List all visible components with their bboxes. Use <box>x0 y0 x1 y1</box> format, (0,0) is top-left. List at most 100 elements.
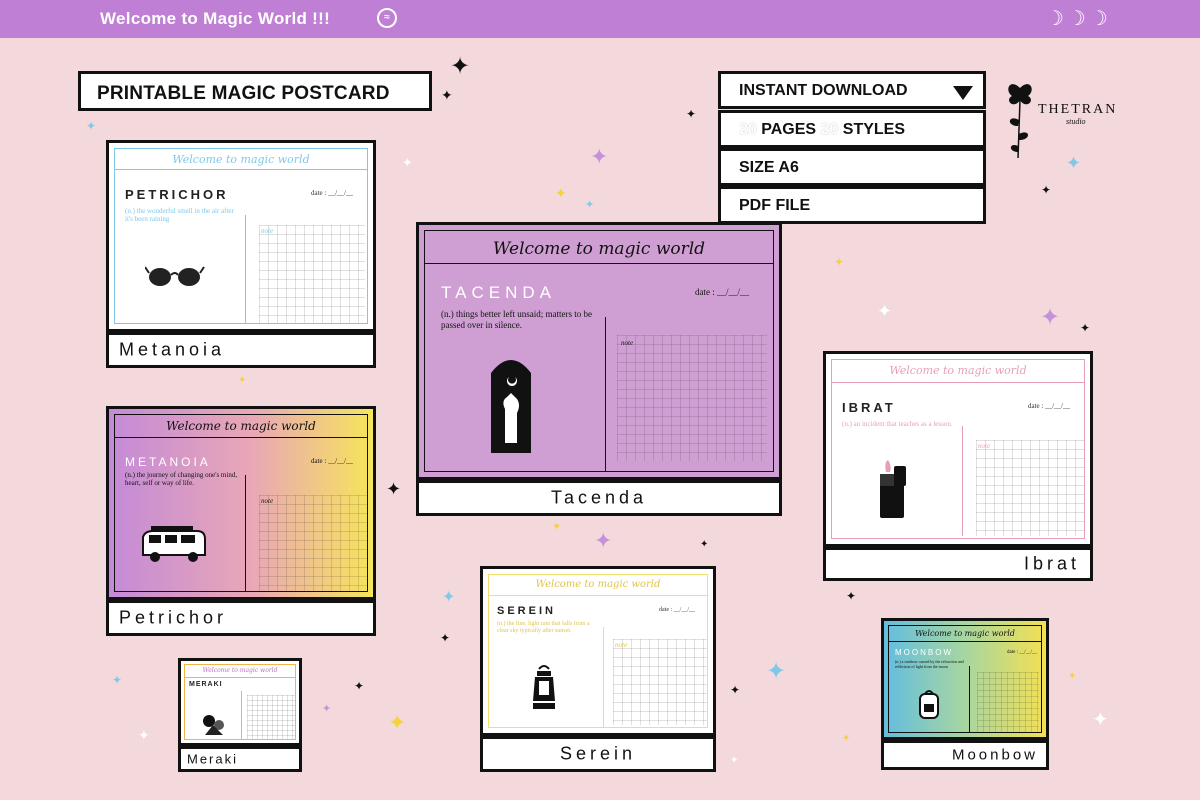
lighter-icon <box>880 460 906 518</box>
hand-moon-icon <box>491 360 531 453</box>
postcard-meraki: Welcome to magic world MERAKI <box>178 658 302 746</box>
sparkle-icon: ✦ <box>238 375 247 386</box>
sparkle-icon: ✦ <box>402 155 413 170</box>
sparkle-icon: ✦ <box>138 727 150 743</box>
sparkle-icon: ✦ <box>388 710 407 735</box>
caption-ibrat: Ibrat <box>823 547 1093 581</box>
card-header-text: Welcome to magic world <box>889 364 1027 377</box>
brand-name: THETRAN <box>1038 102 1118 117</box>
sparkle-icon: ✦ <box>440 631 451 645</box>
instant-download-box[interactable]: INSTANT DOWNLOAD <box>718 71 986 109</box>
card-definition: (n.) things better left unsaid; matters … <box>441 309 592 330</box>
sparkle-icon: ✦ <box>590 144 609 169</box>
sparkle-icon: ✦ <box>585 199 595 211</box>
sparkle-icon: ✦ <box>1068 671 1077 682</box>
file-label: PDF FILE <box>739 197 811 214</box>
rose-icon <box>1008 84 1032 159</box>
card-definition: (n.) the fine, light rain that falls fro… <box>497 621 590 635</box>
caption-text: Petrichor <box>119 607 228 628</box>
sparkle-icon: ✦ <box>686 107 697 121</box>
sparkle-icon: ✦ <box>552 521 562 533</box>
card-header-text: Welcome to magic world <box>535 579 661 590</box>
caption-metanoia: Metanoia <box>106 332 376 368</box>
card-header-text: Welcome to magic world <box>172 153 310 166</box>
card-definition: (n.) the journey of changing one's mind,… <box>125 471 238 488</box>
sparkle-icon: ✦ <box>555 185 567 201</box>
postcard-metanoia: Welcome to magic world METANOIA (n.) the… <box>106 406 376 600</box>
postcard-serein: Welcome to magic world SEREIN (n.) the f… <box>480 566 716 736</box>
card-column-line <box>969 666 970 732</box>
card-word: MOONBOW <box>895 648 953 657</box>
sparkle-icon: ✦ <box>1080 321 1091 335</box>
card-divider <box>185 677 295 678</box>
card-date: date : __/__/__ <box>695 287 749 297</box>
card-word: SEREIN <box>497 605 556 617</box>
card-note-label: note <box>615 641 628 649</box>
card-date: date : __/__/__ <box>311 457 353 465</box>
card-column-line <box>245 215 246 323</box>
card-divider <box>489 595 707 596</box>
instant-download-label: INSTANT DOWNLOAD <box>739 82 908 99</box>
styles-count: 20 <box>820 121 839 138</box>
card-column-line <box>245 475 246 591</box>
card-note-label: note <box>261 497 274 505</box>
sparkle-icon: ✦ <box>1041 183 1052 197</box>
postcard-petrichor: Welcome to magic world PETRICHOR (n.) th… <box>106 140 376 332</box>
card-header-text: Welcome to magic world <box>166 419 316 433</box>
card-definition: (n.) a rainbow caused by the refraction … <box>895 659 964 669</box>
card-divider <box>832 382 1084 383</box>
sparkle-icon: ✦ <box>86 119 97 133</box>
card-divider <box>425 263 773 264</box>
card-date: date : __/__/__ <box>1028 402 1070 410</box>
card-header-text: Welcome to magic world <box>202 667 278 674</box>
brand-logo: THETRAN studio <box>1000 70 1120 160</box>
sunglasses-icon <box>145 266 205 286</box>
card-word: TACENDA <box>441 283 556 302</box>
sparkle-icon: ✦ <box>846 589 857 603</box>
moons-icon: ☽☽☽ <box>1046 8 1112 30</box>
card-note-grid <box>247 695 295 739</box>
sparkle-icon: ✦ <box>441 87 453 103</box>
postcard-tacenda: Welcome to magic world TACENDA (n.) thin… <box>416 222 782 480</box>
card-word: MERAKI <box>189 681 223 688</box>
sparkle-icon: ✦ <box>842 733 851 744</box>
sparkle-icon: ✦ <box>1092 709 1109 731</box>
caption-text: Serein <box>559 743 637 764</box>
card-divider <box>115 169 367 170</box>
sparkle-icon: ✦ <box>766 658 787 685</box>
card-note-grid <box>976 440 1084 536</box>
card-note-grid <box>977 672 1039 732</box>
sparkle-icon: ✦ <box>112 673 123 687</box>
card-word: PETRICHOR <box>125 187 229 202</box>
card-date: date : __/__/__ <box>659 607 695 613</box>
sparkle-icon: ✦ <box>877 301 893 321</box>
sparkle-icon: ✦ <box>700 539 709 550</box>
card-divider <box>889 641 1041 642</box>
caption-serein: Serein <box>480 736 716 772</box>
sparkle-icon: ✦ <box>450 53 471 80</box>
face-icon: ≈ <box>377 8 397 28</box>
card-date: date : __/__/__ <box>311 189 353 197</box>
card-definition: (n.) the wonderful smell in the air afte… <box>125 207 234 224</box>
banner-title: Welcome to Magic World !!! <box>100 9 331 28</box>
sparkle-icon: ✦ <box>322 703 332 715</box>
card-note-label: note <box>978 442 991 450</box>
postcard-ibrat: Welcome to magic world IBRAT (n.) an inc… <box>823 351 1093 547</box>
caption-text: Meraki <box>187 751 239 767</box>
pages-styles-box: 20 PAGES 20 STYLES <box>718 110 986 148</box>
sparkle-icon: ✦ <box>594 528 613 553</box>
size-label: SIZE A6 <box>739 159 799 176</box>
pages-count: 20 <box>739 121 757 138</box>
card-header-text: Welcome to magic world <box>492 239 706 259</box>
caption-moonbow: Moonbow <box>881 740 1049 770</box>
card-column-line <box>241 691 242 739</box>
caption-text: Metanoia <box>119 339 226 360</box>
brand-studio: studio <box>1066 117 1086 126</box>
sparkle-icon: ✦ <box>1066 153 1082 173</box>
card-divider <box>115 437 367 438</box>
sparkle-icon: ✦ <box>386 479 402 499</box>
van-icon <box>142 526 206 562</box>
caption-text: Ibrat <box>1023 553 1080 574</box>
postcard-moonbow: Welcome to magic world MOONBOW (n.) a ra… <box>881 618 1049 740</box>
caption-petrichor: Petrichor <box>106 600 376 636</box>
